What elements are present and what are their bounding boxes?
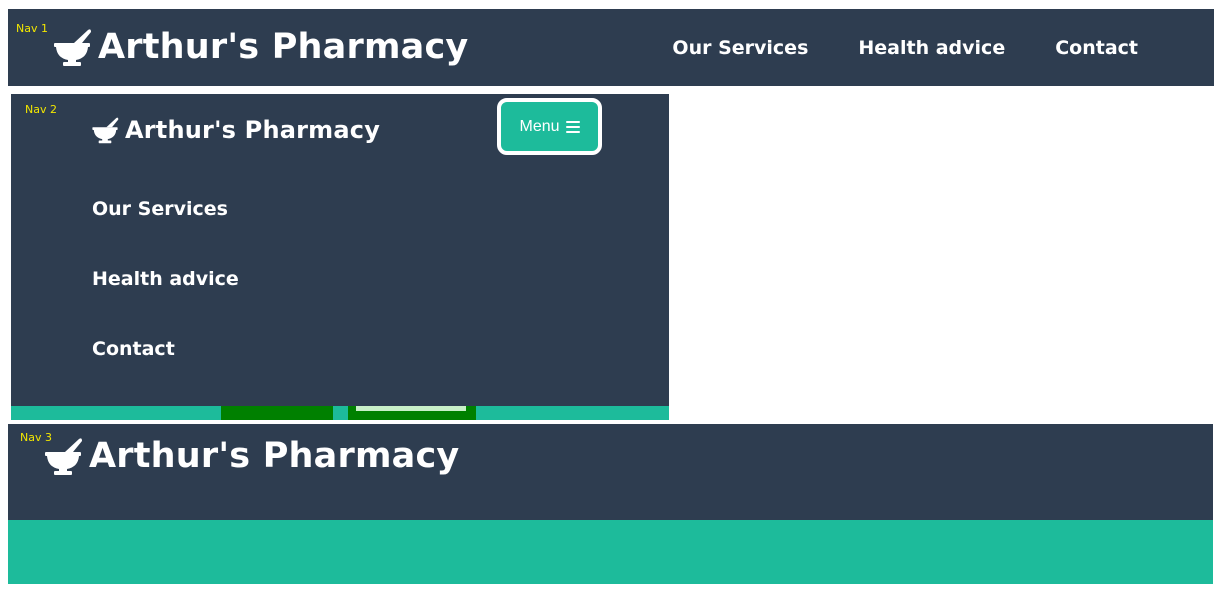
brand-name: Arthur's Pharmacy [89, 436, 460, 476]
nav-1-links: Our Services Health advice Contact [672, 37, 1138, 59]
nav-link-our-services[interactable]: Our Services [672, 37, 808, 59]
brand-name: Arthur's Pharmacy [125, 116, 381, 144]
menu-button-label: Menu [519, 117, 560, 135]
nav-link-contact[interactable]: Contact [1055, 37, 1138, 59]
brand-logo-link[interactable]: Arthur's Pharmacy [43, 436, 459, 476]
brand-logo-link[interactable]: Arthur's Pharmacy [52, 27, 468, 67]
mortar-pestle-icon [43, 436, 83, 476]
nav-link-health-advice[interactable]: Health advice [92, 268, 239, 290]
hero-banner [8, 520, 1213, 584]
nav-2-tag: Nav 2 [25, 103, 57, 116]
hamburger-icon [565, 120, 580, 133]
nav-link-contact[interactable]: Contact [92, 338, 239, 360]
nav-1-tag: Nav 1 [16, 22, 48, 35]
mortar-pestle-icon [91, 116, 119, 144]
menu-button[interactable]: Menu [497, 98, 602, 155]
nav-3: Nav 3 Arthur's Pharmacy [8, 424, 1213, 520]
nav-2: Nav 2 Arthur's Pharmacy Menu Our Service… [11, 94, 669, 420]
nav-1: Nav 1 Arthur's Pharmacy Our Services Hea… [8, 9, 1214, 86]
pharmacy-sign-image [221, 406, 476, 420]
nav-link-health-advice[interactable]: Health advice [858, 37, 1005, 59]
nav-link-our-services[interactable]: Our Services [92, 198, 239, 220]
brand-logo-link[interactable]: Arthur's Pharmacy [91, 116, 380, 144]
nav-2-links: Our Services Health advice Contact [92, 198, 239, 360]
brand-name: Arthur's Pharmacy [98, 27, 469, 67]
mortar-pestle-icon [52, 27, 92, 67]
